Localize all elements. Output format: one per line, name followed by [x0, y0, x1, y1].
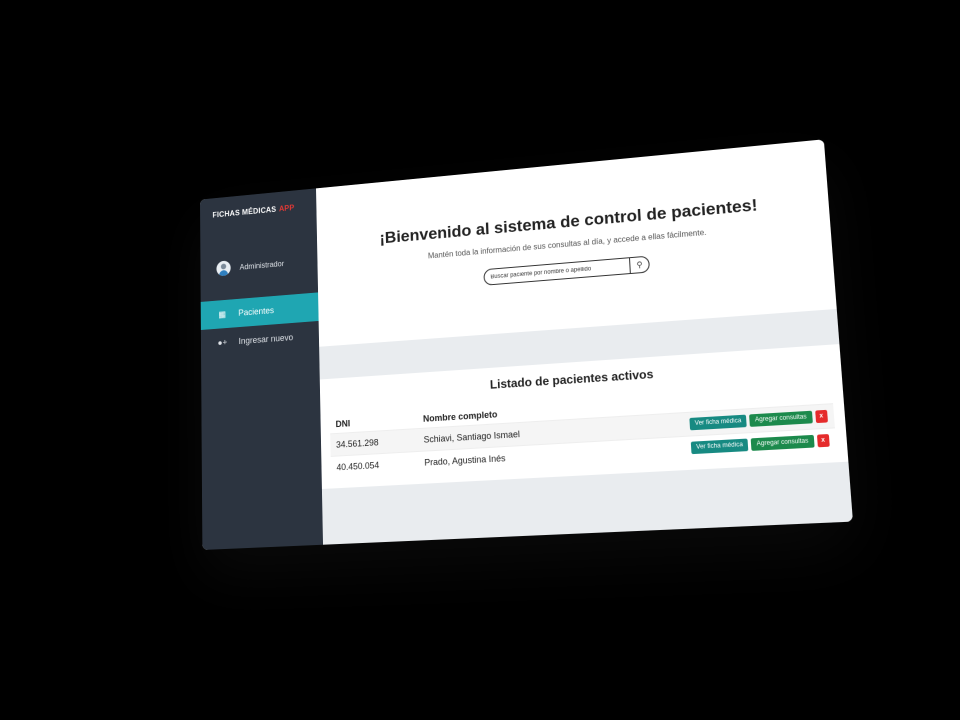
- main-content: ¡Bienvenido al sistema de control de pac…: [316, 139, 853, 545]
- avatar: [216, 260, 231, 277]
- brand-name: FICHAS MÉDICAS: [212, 205, 277, 220]
- patients-icon: ▦: [218, 308, 227, 319]
- app-window: FICHAS MÉDICAS APP Administrador ▦ Pacien…: [200, 139, 853, 550]
- view-record-button[interactable]: Ver ficha médica: [689, 414, 748, 431]
- user-profile[interactable]: Administrador: [200, 253, 317, 278]
- user-name: Administrador: [239, 258, 285, 272]
- hero: ¡Bienvenido al sistema de control de pac…: [316, 139, 837, 347]
- patients-list: Listado de pacientes activos DNI Nombre …: [319, 344, 849, 489]
- add-user-icon: ●+: [217, 337, 228, 348]
- search-icon[interactable]: ⚲: [629, 256, 649, 274]
- add-consultation-button[interactable]: Agregar consultas: [750, 434, 815, 451]
- brand-accent: APP: [278, 203, 295, 214]
- sidebar: FICHAS MÉDICAS APP Administrador ▦ Pacien…: [200, 188, 324, 550]
- sidebar-item-label: Ingresar nuevo: [238, 332, 294, 347]
- add-consultation-button[interactable]: Agregar consultas: [749, 410, 813, 427]
- view-record-button[interactable]: Ver ficha médica: [690, 438, 749, 455]
- brand-logo: FICHAS MÉDICAS APP: [200, 188, 316, 220]
- search-bar: ⚲: [483, 255, 651, 286]
- delete-button[interactable]: x: [816, 434, 830, 448]
- cell-dni: 40.450.054: [330, 451, 419, 479]
- sidebar-nav: ▦ Pacientes ●+ Ingresar nuevo: [200, 292, 319, 358]
- patients-table: DNI Nombre completo 34.561.298 Schiavi, …: [330, 384, 837, 479]
- search-input[interactable]: [484, 258, 630, 285]
- delete-button[interactable]: x: [814, 409, 828, 424]
- sidebar-item-label: Pacientes: [238, 305, 275, 318]
